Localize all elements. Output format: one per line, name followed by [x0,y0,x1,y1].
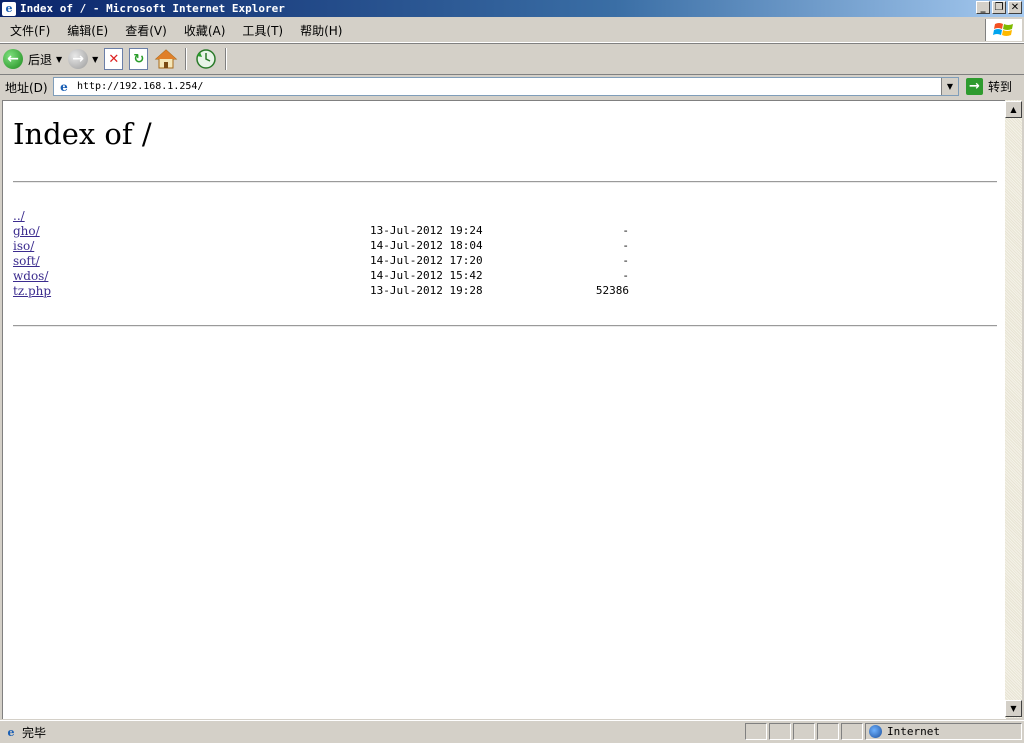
stop-icon: ✕ [104,48,124,70]
address-bar: 地址(D) e http://192.168.1.254/ ▼ → 转到 [0,76,1024,98]
status-panel [793,723,815,740]
entry-size: - [622,239,629,252]
menu-file[interactable]: 文件(F) [0,22,57,39]
entry-link[interactable]: ../ [13,209,25,223]
address-field[interactable]: e http://192.168.1.254/ ▼ [53,77,959,96]
entry-link[interactable]: tz.php [13,284,51,298]
divider [13,325,997,327]
toolbar-separator [185,48,188,70]
menu-edit[interactable]: 编辑(E) [57,22,115,39]
entry-size: 52386 [595,284,629,297]
entry-size: - [622,224,629,237]
entry-link[interactable]: soft/ [13,254,40,268]
status-bar: e 完毕 Internet [0,720,1024,743]
entry-link[interactable]: wdos/ [13,269,48,283]
status-text: 完毕 [22,725,47,740]
divider [13,181,997,183]
status-panel [817,723,839,740]
back-arrow-icon: ← [3,49,23,69]
vertical-scrollbar[interactable]: ▲ ▼ [1005,100,1022,718]
entry-date: 13-Jul-2012 19:28 [370,284,483,297]
menu-favorites[interactable]: 收藏(A) [174,22,233,39]
status-panel [745,723,767,740]
history-button[interactable] [191,46,221,72]
menu-tools[interactable]: 工具(T) [232,22,290,39]
go-label: 转到 [988,80,1013,94]
restore-button[interactable]: ❐ [992,1,1006,14]
menu-bar: 文件(F) 编辑(E) 查看(V) 收藏(A) 工具(T) 帮助(H) [0,18,1024,43]
entry-link[interactable]: iso/ [13,239,34,253]
page-heading: Index of / [13,117,152,151]
status-panel [841,723,863,740]
entry-size: - [622,269,629,282]
address-dropdown-icon[interactable]: ▼ [941,78,958,95]
stop-button[interactable]: ✕ [101,46,126,72]
home-icon [155,49,178,69]
security-zone-panel: Internet [865,723,1022,740]
back-dropdown-icon[interactable]: ▼ [56,55,62,64]
title-bar: e Index of / - Microsoft Internet Explor… [0,0,1024,17]
menu-help[interactable]: 帮助(H) [290,22,349,39]
entry-date: 14-Jul-2012 17:20 [370,254,483,267]
forward-dropdown-icon[interactable]: ▼ [92,55,98,64]
go-arrow-icon: → [966,78,983,95]
refresh-icon: ↻ [129,48,149,70]
zone-label: Internet [887,725,940,738]
address-label: 地址(D) [5,80,48,95]
window-title: Index of / - Microsoft Internet Explorer [20,2,285,15]
scroll-up-button[interactable]: ▲ [1005,101,1022,118]
scroll-down-button[interactable]: ▼ [1005,700,1022,717]
back-button[interactable]: ← 后退 ▼ [0,46,65,72]
go-button[interactable]: → 转到 [966,78,1012,95]
page-icon: e [60,79,68,94]
windows-logo-icon [985,19,1022,41]
address-url[interactable]: http://192.168.1.254/ [77,81,203,92]
close-button[interactable]: ✕ [1008,1,1022,14]
globe-icon [869,725,882,738]
history-icon [196,49,217,69]
minimize-button[interactable]: _ [976,1,990,14]
status-panel [769,723,791,740]
forward-arrow-icon: → [68,49,89,69]
standard-toolbar: ← 后退 ▼ → ▼ ✕ ↻ [0,44,1024,75]
menu-view[interactable]: 查看(V) [115,22,174,39]
page-content: Index of / ../ gho/ 13-Jul-2012 19:24 - … [2,100,1006,719]
done-page-icon: e [7,725,15,739]
back-label: 后退 [28,52,53,67]
entry-size: - [622,254,629,267]
entry-link[interactable]: gho/ [13,224,40,238]
entry-date: 14-Jul-2012 15:42 [370,269,483,282]
entry-date: 13-Jul-2012 19:24 [370,224,483,237]
home-button[interactable] [151,46,181,72]
entry-date: 14-Jul-2012 18:04 [370,239,483,252]
ie-icon: e [2,1,16,16]
toolbar-separator [225,48,228,70]
window-controls: _ ❐ ✕ [976,1,1022,14]
refresh-button[interactable]: ↻ [126,46,151,72]
forward-button[interactable]: → ▼ [65,46,101,72]
